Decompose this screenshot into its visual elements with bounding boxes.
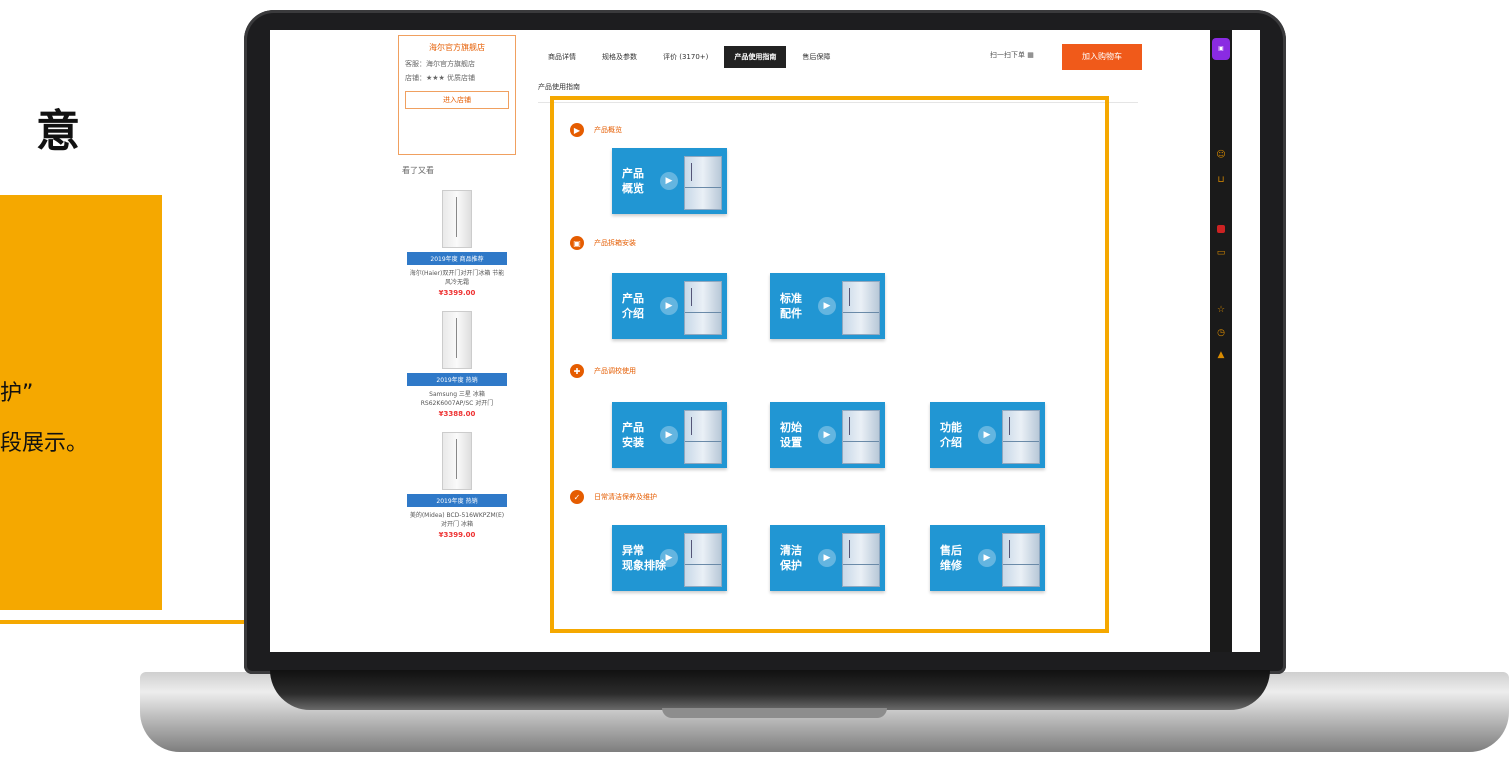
fridge-icon [442, 311, 472, 369]
right-toolbar: ▣ ☺ ⊔ ▭ ☆ ◷ ▲ [1210, 30, 1232, 652]
history-icon[interactable]: ◷ [1215, 328, 1227, 340]
shop-name[interactable]: 海尔官方旗舰店 [405, 42, 509, 53]
product-image[interactable] [407, 307, 507, 369]
highlight-box [550, 96, 1109, 633]
tab-reviews[interactable]: 评价 (3170+) [653, 46, 718, 68]
callout-box: 护” 段展示。 [0, 195, 162, 610]
qr-label: 扫一扫下单 [990, 51, 1025, 59]
cart-count-dot [1217, 225, 1225, 233]
side-product[interactable]: 2019年度 热销 Samsung 三星 冰箱 RS62K6007AP/SC 对… [407, 307, 507, 418]
product-price: ¥3399.00 [438, 531, 476, 539]
product-price: ¥3399.00 [438, 289, 476, 297]
product-price: ¥3388.00 [438, 410, 476, 418]
product-tag: 2019年度 热销 [407, 373, 507, 386]
message-icon[interactable]: ▭ [1215, 248, 1227, 260]
side-product[interactable]: 2019年度 热销 美的(Midea) BCD-516WKPZM(E) 对开门 … [407, 428, 507, 539]
product-name[interactable]: Samsung 三星 冰箱 RS62K6007AP/SC 对开门 [407, 389, 507, 407]
side-product[interactable]: 2019年度 商品推荐 海尔(Haier)双开门对开门冰箱 节能 风冷无霜 ¥3… [407, 186, 507, 297]
top-icon[interactable]: ▲ [1215, 350, 1227, 362]
detail-tabs: 商品详情 规格及参数 评价 (3170+) 产品使用指南 售后保障 [538, 42, 1138, 72]
product-tag: 2019年度 商品推荐 [407, 252, 507, 265]
add-to-cart-button[interactable]: 加入购物车 [1062, 44, 1142, 70]
slide-title: 意 [36, 106, 80, 157]
shop-line-1: 客服：海尔官方旗舰店 [405, 60, 475, 68]
callout-line-1: 护” [0, 381, 34, 406]
section-heading: 产品使用指南 [538, 83, 580, 91]
cart-icon[interactable]: ⊔ [1215, 175, 1227, 187]
product-image[interactable] [407, 428, 507, 490]
tab-specs[interactable]: 规格及参数 [592, 46, 647, 68]
promo-badge-icon[interactable]: ▣ [1212, 38, 1230, 60]
fridge-icon [442, 432, 472, 490]
star-icon[interactable]: ☆ [1215, 305, 1227, 317]
product-name[interactable]: 美的(Midea) BCD-516WKPZM(E) 对开门 冰箱 [407, 510, 507, 528]
shop-line-2: 店铺：★★★ 优质店铺 [405, 74, 476, 82]
user-icon[interactable]: ☺ [1215, 150, 1227, 162]
product-name[interactable]: 海尔(Haier)双开门对开门冰箱 节能 风冷无霜 [407, 268, 507, 286]
product-tag: 2019年度 热销 [407, 494, 507, 507]
seen-title: 看了又看 [402, 166, 434, 175]
callout-line-2: 段展示。 [0, 431, 89, 456]
qr-order[interactable]: 扫一扫下单 ▦ [990, 50, 1034, 60]
fridge-icon [442, 190, 472, 248]
enter-shop-button[interactable]: 进入店铺 [405, 91, 509, 109]
product-image[interactable] [407, 186, 507, 248]
tab-details[interactable]: 商品详情 [538, 46, 586, 68]
shop-card: 海尔官方旗舰店 客服：海尔官方旗舰店 店铺：★★★ 优质店铺 进入店铺 [398, 35, 516, 155]
laptop-hinge [270, 670, 1270, 710]
tab-after-sales[interactable]: 售后保障 [792, 46, 840, 68]
qr-icon: ▦ [1027, 51, 1034, 59]
laptop-notch [662, 708, 887, 718]
sidebar: 海尔官方旗舰店 客服：海尔官方旗舰店 店铺：★★★ 优质店铺 进入店铺 看了又看… [398, 35, 516, 652]
tab-usage-guide[interactable]: 产品使用指南 [724, 46, 787, 68]
